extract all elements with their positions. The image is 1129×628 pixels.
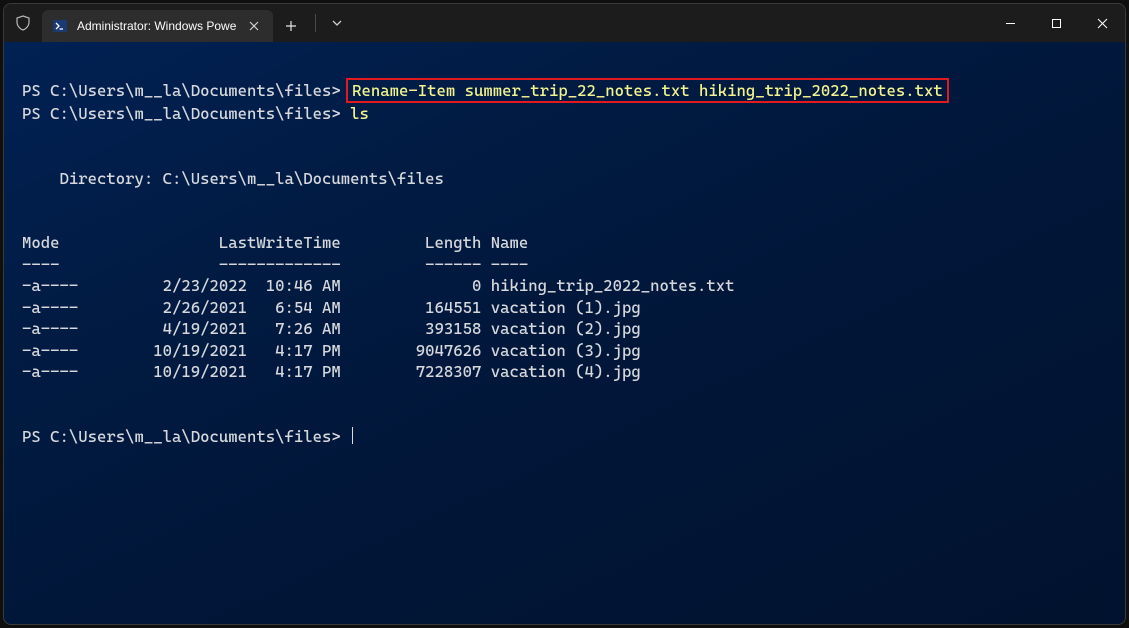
table-header-underline: ---- ------------- ------ ---- xyxy=(22,255,528,274)
tab-close-button[interactable] xyxy=(245,19,263,34)
prompt-line-2: PS C:\Users\m__la\Documents\files> ls xyxy=(22,104,369,123)
maximize-button[interactable] xyxy=(1033,4,1079,42)
powershell-icon xyxy=(52,18,68,34)
table-row: -a---- 4/19/2021 7:26 AM 393158 vacation… xyxy=(22,319,641,338)
prompt-line-1: PS C:\Users\m__la\Documents\files> Renam… xyxy=(22,81,949,100)
terminal-output[interactable]: PS C:\Users\m__la\Documents\files> Renam… xyxy=(4,42,1125,624)
table-row: -a---- 2/23/2022 10:46 AM 0 hiking_trip_… xyxy=(22,276,735,295)
minimize-button[interactable] xyxy=(987,4,1033,42)
close-window-button[interactable] xyxy=(1079,4,1125,42)
titlebar: Administrator: Windows Powe xyxy=(4,4,1125,42)
titlebar-drag-area[interactable] xyxy=(352,4,987,42)
table-row: -a---- 10/19/2021 4:17 PM 7228307 vacati… xyxy=(22,362,641,381)
new-tab-button[interactable] xyxy=(273,10,309,42)
scrollbar[interactable] xyxy=(1113,42,1125,624)
table-row: -a---- 10/19/2021 4:17 PM 9047626 vacati… xyxy=(22,341,641,360)
tab-active[interactable]: Administrator: Windows Powe xyxy=(42,10,273,42)
tab-dropdown-button[interactable] xyxy=(322,4,352,42)
cursor xyxy=(352,427,353,444)
highlighted-command: Rename-Item summer_trip_22_notes.txt hik… xyxy=(346,78,949,104)
table-row: -a---- 2/26/2021 6:54 AM 164551 vacation… xyxy=(22,298,641,317)
tab-title: Administrator: Windows Powe xyxy=(77,19,236,33)
table-header: Mode LastWriteTime Length Name xyxy=(22,233,528,252)
directory-line: Directory: C:\Users\m__la\Documents\file… xyxy=(22,169,444,188)
tab-divider xyxy=(315,14,316,32)
terminal-window: Administrator: Windows Powe PS C:\Users\… xyxy=(3,3,1126,625)
prompt-current: PS C:\Users\m__la\Documents\files> xyxy=(22,427,353,446)
shield-icon xyxy=(4,4,42,42)
